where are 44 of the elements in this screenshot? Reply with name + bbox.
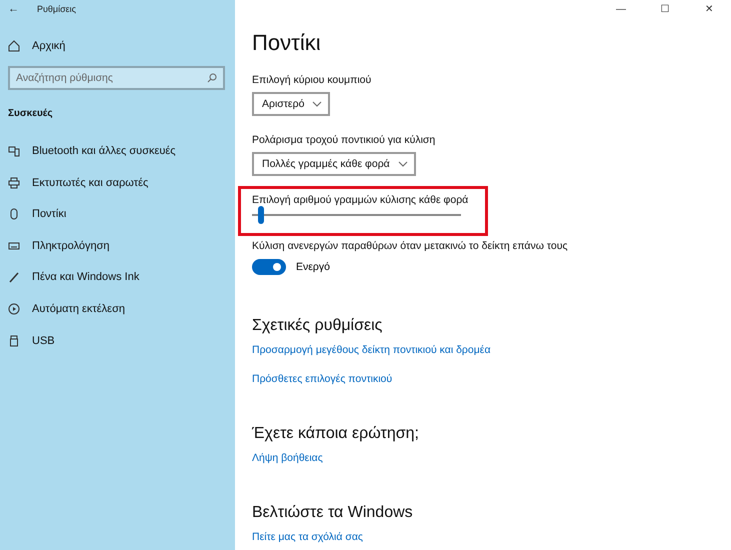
link[interactable]: Πείτε μας τα σχόλιά σας xyxy=(252,531,363,543)
sidebar-item[interactable]: USB xyxy=(0,334,235,347)
section-heading: Έχετε κάποια ερώτηση; xyxy=(252,425,420,443)
search-icon xyxy=(207,73,217,83)
toggle-state: Ενεργό xyxy=(296,261,330,273)
home-link[interactable]: Αρχική xyxy=(8,40,235,52)
keyboard-icon xyxy=(8,240,20,252)
play-icon xyxy=(8,302,20,315)
link[interactable]: Πρόσθετες επιλογές ποντικιού xyxy=(252,373,392,385)
back-button[interactable]: ← xyxy=(8,3,19,15)
minimize-button[interactable]: — xyxy=(599,0,643,18)
devices-icon xyxy=(8,145,20,157)
dropdown[interactable]: Πολλές γραμμές κάθε φορά xyxy=(252,152,416,176)
printer-icon xyxy=(8,176,20,189)
sidebar-item[interactable]: Αυτόματη εκτέλεση xyxy=(0,302,235,315)
link[interactable]: Λήψη βοήθειας xyxy=(252,452,323,464)
window-title: Ρυθμίσεις xyxy=(37,4,76,14)
mouse-icon xyxy=(8,208,20,220)
link[interactable]: Προσαρμογή μεγέθους δείκτη ποντικιού και δρομέα xyxy=(252,344,491,356)
home-icon xyxy=(8,40,20,52)
setting-label: Κύλιση ανενεργών παραθύρων όταν μετακινώ το δείκτη επάνω τους xyxy=(252,240,569,252)
slider[interactable] xyxy=(252,206,461,224)
sidebar-item[interactable]: Πένα και Windows Ink xyxy=(0,271,235,284)
toggle-switch[interactable] xyxy=(252,259,286,275)
sidebar-item[interactable]: Πληκτρολόγηση xyxy=(0,240,235,252)
search-field[interactable]: Αναζήτηση ρύθμισης xyxy=(8,66,225,90)
sidebar-item[interactable]: Εκτυπωτές και σαρωτές xyxy=(0,176,235,189)
page-title: Ποντίκι xyxy=(252,30,322,56)
section-heading: Σχετικές ρυθμίσεις xyxy=(252,317,384,335)
sidebar-item[interactable]: Ποντίκι xyxy=(0,208,235,220)
dropdown[interactable]: Αριστερό xyxy=(252,92,330,116)
usb-icon xyxy=(8,334,20,347)
section-heading: Συσκευές xyxy=(8,108,54,119)
setting-label: Επιλογή αριθμού γραμμών κύλισης κάθε φορά xyxy=(252,194,470,206)
sidebar-item[interactable]: Bluetooth και άλλες συσκευές xyxy=(0,145,235,157)
slider-thumb[interactable] xyxy=(258,206,264,224)
setting-label: Ρολάρισμα τροχού ποντικιού για κύλιση xyxy=(252,134,436,146)
chevron-icon xyxy=(398,161,408,167)
chevron-icon xyxy=(312,101,322,107)
section-heading: Βελτιώστε τα Windows xyxy=(252,504,414,522)
close-button[interactable]: ✕ xyxy=(687,0,731,18)
pen-icon xyxy=(8,271,20,284)
maximize-button[interactable]: ☐ xyxy=(643,0,687,18)
setting-label: Επιλογή κύριου κουμπιού xyxy=(252,74,372,86)
